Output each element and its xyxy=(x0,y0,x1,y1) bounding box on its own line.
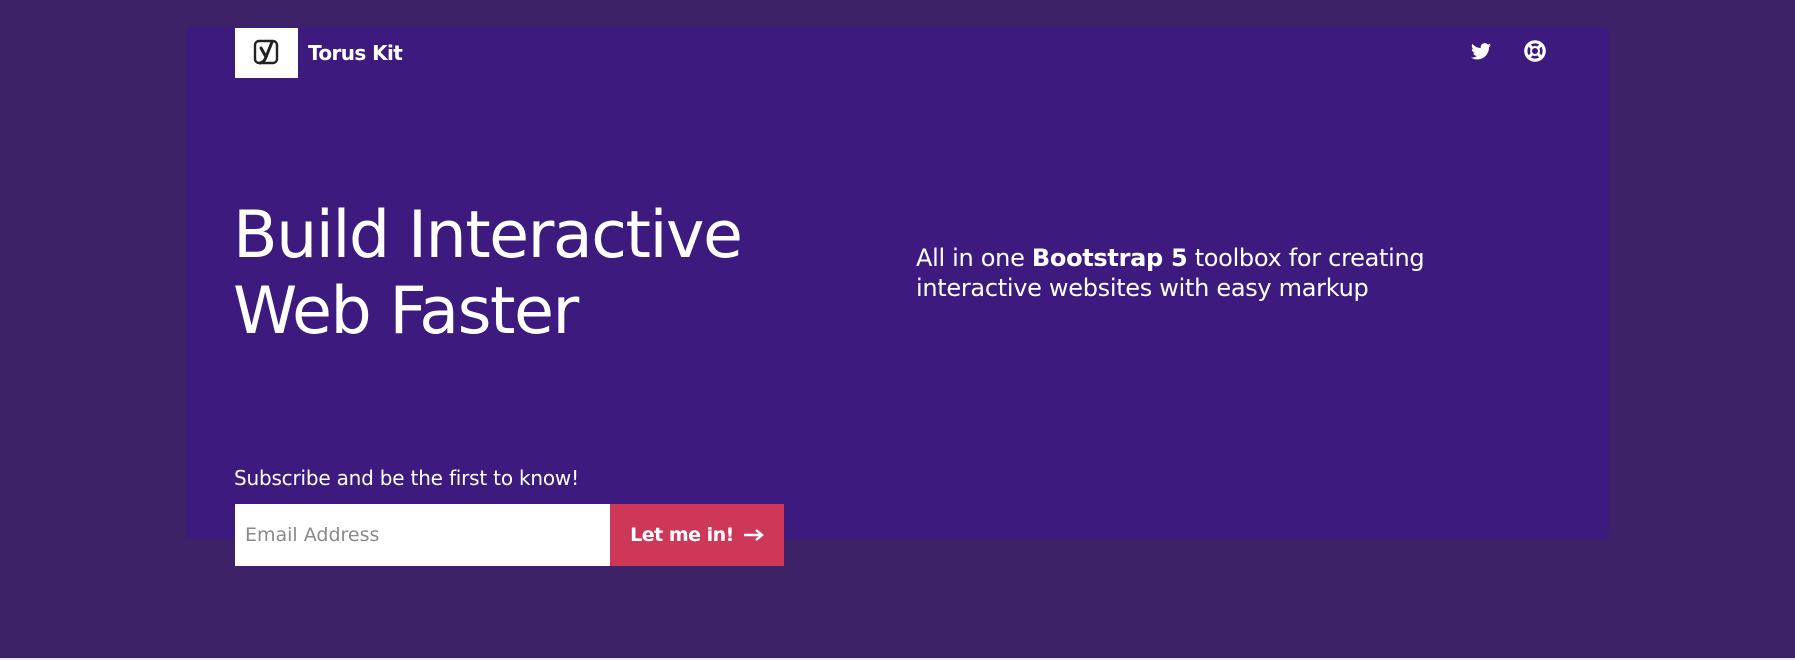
let-me-in-label: Let me in! xyxy=(630,524,734,546)
headline-line-1: Build Interactive xyxy=(233,198,743,273)
headline-line-2: Web Faster xyxy=(233,274,579,349)
header-nav xyxy=(1469,39,1547,63)
tagline-text-start: All in one xyxy=(916,244,1032,272)
brand-link[interactable]: Torus Kit xyxy=(235,28,403,78)
arrow-right-icon xyxy=(743,529,764,541)
subscribe-form: Let me in! xyxy=(235,504,784,566)
email-input[interactable] xyxy=(235,504,610,566)
yoast-y-logo-icon xyxy=(235,28,298,78)
subscribe-label: Subscribe and be the first to know! xyxy=(234,466,579,490)
hero-headline: Build Interactive Web Faster xyxy=(233,198,833,350)
tagline-bold: Bootstrap 5 xyxy=(1031,244,1188,272)
brand-name: Torus Kit xyxy=(308,41,403,65)
hero-tagline: All in one Bootstrap 5 toolbox for creat… xyxy=(916,243,1476,303)
life-ring-icon[interactable] xyxy=(1523,39,1547,63)
twitter-icon[interactable] xyxy=(1469,39,1493,63)
let-me-in-button[interactable]: Let me in! xyxy=(610,504,784,566)
